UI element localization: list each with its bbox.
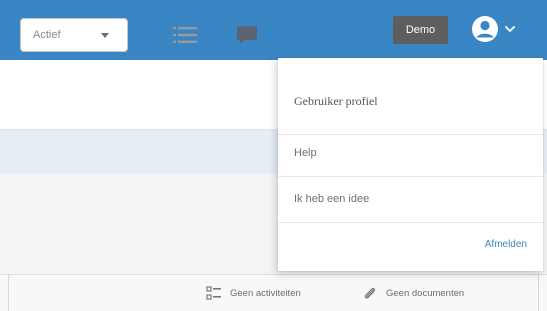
list-view-icon[interactable] [172,22,198,48]
chat-icon[interactable] [234,22,260,48]
logout-link[interactable]: Afmelden [485,236,527,252]
environment-badge: Demo [393,16,448,44]
paperclip-icon [364,287,376,299]
menu-divider [278,222,543,223]
no-documents-label: Geen documenten [386,287,465,299]
checklist-icon [206,286,221,300]
no-activities-label: Geen activiteiten [230,287,301,299]
no-documents-link[interactable]: Geen documenten [362,283,464,303]
menu-divider [278,176,543,177]
user-menu-dropdown: Gebruiker profiel Help Ik heb een idee A… [278,58,543,271]
menu-item-user-profile-label: Gebruiker profiel [294,93,378,108]
menu-divider [278,134,543,135]
chevron-down-icon [505,26,515,32]
menu-item-user-profile[interactable]: Gebruiker profiel [278,86,543,116]
panel-right-edge [538,274,539,311]
user-menu-button[interactable] [470,13,536,45]
menu-item-idea-label: Ik heb een idee [294,193,370,205]
caret-down-icon [101,33,109,38]
user-circle-icon [472,16,498,42]
status-select[interactable]: Actief [20,18,128,52]
menu-item-help-label: Help [294,147,317,159]
panel-left-edge [8,274,9,311]
menu-item-idea[interactable]: Ik heb een idee [278,184,543,214]
menu-item-help[interactable]: Help [278,138,543,168]
status-select-value: Actief [33,29,61,41]
no-activities-link[interactable]: Geen activiteiten [206,283,301,303]
